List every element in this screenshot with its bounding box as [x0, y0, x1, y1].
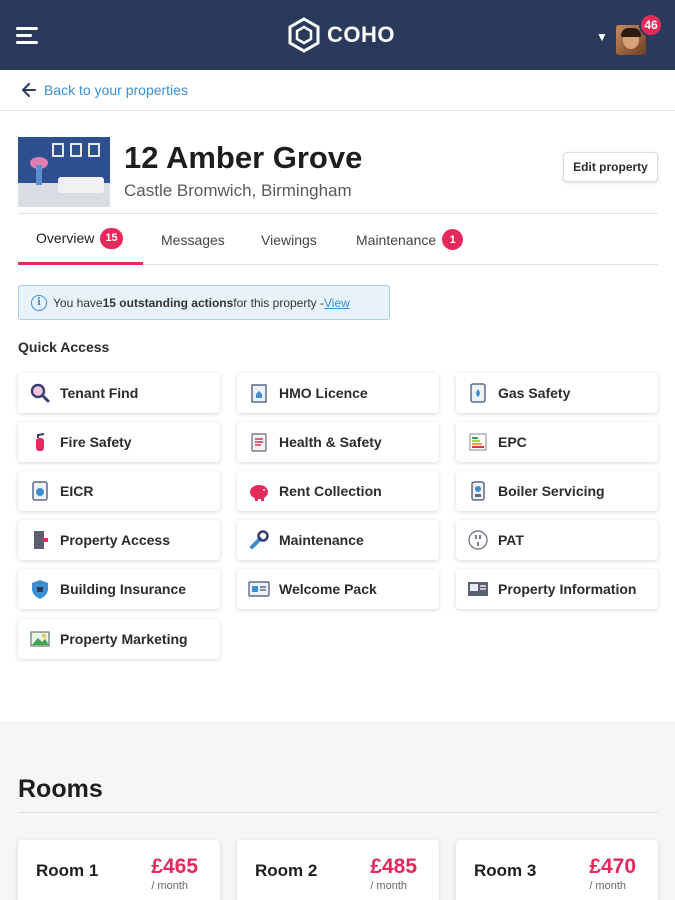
property-tabs: Overview 15 Messages Viewings Maintenanc…	[18, 213, 658, 265]
boiler-icon	[466, 479, 490, 503]
property-title: 12 Amber Grove	[124, 140, 363, 175]
quick-access-label: Property Information	[498, 581, 637, 597]
tab-label: Messages	[161, 231, 225, 248]
quick-access-label: Gas Safety	[498, 385, 571, 401]
back-row: Back to your properties	[0, 70, 675, 111]
coho-logo[interactable]: COHO	[285, 16, 395, 54]
quick-access-label: Fire Safety	[60, 434, 132, 450]
app-header: COHO ▼ 46	[0, 0, 675, 70]
quick-access-label: Tenant Find	[60, 385, 139, 401]
tab-viewings[interactable]: Viewings	[261, 214, 317, 265]
electrical-icon	[28, 479, 52, 503]
quick-access-item[interactable]: Maintenance	[237, 520, 439, 560]
quick-access-label: Property Access	[60, 532, 170, 548]
quick-access-label: Boiler Servicing	[498, 483, 605, 499]
quick-access-label: Building Insurance	[60, 581, 187, 597]
licence-building-icon	[247, 381, 271, 405]
quick-access-label: Rent Collection	[279, 483, 382, 499]
room-name: Room 3	[474, 861, 537, 880]
tab-label: Maintenance	[356, 231, 437, 248]
arrow-left-icon	[22, 83, 36, 97]
rooms-heading: Rooms	[18, 775, 103, 803]
quick-access-label: Welcome Pack	[279, 581, 377, 597]
welcome-pack-icon	[247, 577, 271, 601]
room-price: £485	[370, 855, 417, 878]
quick-access-item[interactable]: Boiler Servicing	[456, 471, 658, 511]
room-card[interactable]: Room 1 £465 / month	[18, 840, 220, 900]
quick-access-label: Maintenance	[279, 532, 364, 548]
view-actions-link[interactable]: View	[324, 296, 350, 310]
tab-label: Viewings	[261, 231, 317, 248]
room-name: Room 2	[255, 861, 318, 880]
quick-access-label: Property Marketing	[60, 631, 188, 647]
notice-count: 15 outstanding actions	[102, 295, 234, 310]
quick-access-item[interactable]: Gas Safety	[456, 373, 658, 413]
quick-access-item[interactable]: Health & Safety	[237, 422, 439, 462]
room-period: / month	[589, 880, 626, 892]
gas-flame-icon	[466, 381, 490, 405]
quick-access-item[interactable]: Fire Safety	[18, 422, 220, 462]
quick-access-heading: Quick Access	[18, 339, 110, 355]
shield-icon	[28, 577, 52, 601]
quick-access-item[interactable]: HMO Licence	[237, 373, 439, 413]
room-price: £470	[589, 855, 636, 878]
notification-badge[interactable]: 46	[639, 13, 663, 37]
room-card[interactable]: Room 3 £470 / month	[456, 840, 658, 900]
room-price: £465	[151, 855, 198, 878]
quick-access-label: PAT	[498, 532, 524, 548]
quick-access-item[interactable]: Building Insurance	[18, 569, 220, 609]
property-thumbnail	[18, 137, 110, 207]
fire-extinguisher-icon	[28, 430, 52, 454]
quick-access-item[interactable]: EPC	[456, 422, 658, 462]
back-link-label: Back to your properties	[44, 82, 188, 98]
divider	[18, 812, 658, 813]
room-name: Room 1	[36, 861, 99, 880]
logo-text: COHO	[327, 22, 395, 47]
tab-label: Overview	[36, 230, 95, 246]
quick-access-label: Health & Safety	[279, 434, 382, 450]
quick-access-item[interactable]: EICR	[18, 471, 220, 511]
quick-access-label: EICR	[60, 483, 94, 499]
notice-suffix: for this property -	[233, 295, 324, 310]
quick-access-item[interactable]: PAT	[456, 520, 658, 560]
clipboard-icon	[247, 430, 271, 454]
quick-access-item[interactable]: Property Marketing	[18, 619, 220, 659]
quick-access-item[interactable]: Property Access	[18, 520, 220, 560]
epc-chart-icon	[466, 430, 490, 454]
door-icon	[28, 528, 52, 552]
property-info-icon	[466, 577, 490, 601]
quick-access-label: HMO Licence	[279, 385, 368, 401]
tab-badge: 15	[100, 227, 123, 249]
quick-access-label: EPC	[498, 434, 527, 450]
tab-messages[interactable]: Messages	[161, 214, 225, 265]
info-icon: i	[31, 294, 47, 311]
quick-access-item[interactable]: Rent Collection	[237, 471, 439, 511]
quick-access-item[interactable]: Property Information	[456, 569, 658, 609]
room-card[interactable]: Room 2 £485 / month	[237, 840, 439, 900]
plug-icon	[466, 528, 490, 552]
room-period: / month	[151, 880, 188, 892]
wrench-icon	[247, 528, 271, 552]
outstanding-actions-notice: i You have 15 outstanding actions for th…	[18, 285, 390, 320]
picture-icon	[28, 627, 52, 651]
quick-access-item[interactable]: Tenant Find	[18, 373, 220, 413]
edit-property-button[interactable]: Edit property	[563, 152, 658, 182]
room-period: / month	[370, 880, 407, 892]
tab-badge: 1	[442, 229, 464, 250]
quick-access-item[interactable]: Welcome Pack	[237, 569, 439, 609]
back-link[interactable]: Back to your properties	[22, 82, 188, 98]
notice-prefix: You have	[53, 295, 103, 310]
property-address: Castle Bromwich, Birmingham	[124, 181, 352, 200]
coho-logo-mark-icon	[288, 17, 320, 53]
tab-overview[interactable]: Overview 15	[18, 214, 143, 265]
menu-icon[interactable]	[16, 27, 40, 45]
piggy-bank-icon	[247, 479, 271, 503]
magnifier-icon	[28, 381, 52, 405]
tab-maintenance[interactable]: Maintenance 1	[356, 214, 464, 265]
chevron-down-icon[interactable]: ▼	[596, 30, 608, 44]
